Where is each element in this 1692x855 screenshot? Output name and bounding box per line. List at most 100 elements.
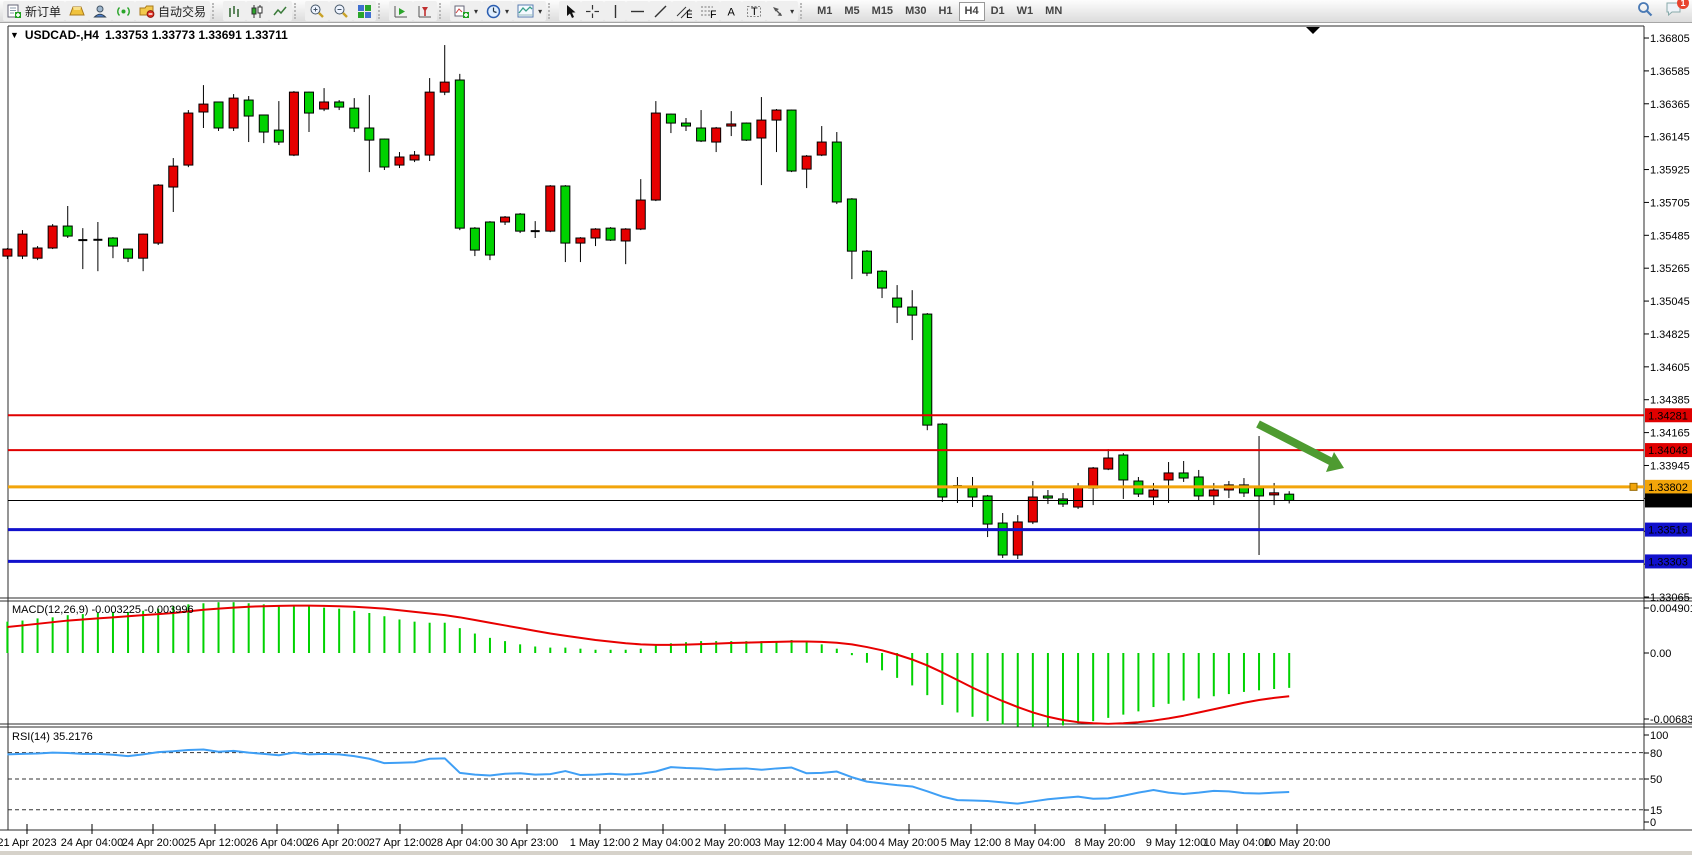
candle-bullish[interactable] bbox=[802, 156, 811, 169]
candle-bearish[interactable] bbox=[1043, 496, 1052, 498]
candlestick-chart-button[interactable] bbox=[246, 1, 269, 21]
candle-bullish[interactable] bbox=[154, 185, 163, 243]
trendline-tool-button[interactable] bbox=[649, 1, 672, 21]
timeframe-m15[interactable]: M15 bbox=[866, 2, 899, 21]
candle-bearish[interactable] bbox=[682, 123, 691, 126]
candle-bearish[interactable] bbox=[561, 186, 570, 243]
candle-bearish[interactable] bbox=[455, 80, 464, 228]
horizontal-line-tool-button[interactable] bbox=[626, 1, 649, 21]
candle-bullish[interactable] bbox=[1013, 522, 1022, 555]
candle-bullish[interactable] bbox=[546, 186, 555, 231]
chart-canvas[interactable]: 1.368051.365851.363651.361451.359251.357… bbox=[0, 24, 1692, 855]
candle-bearish[interactable] bbox=[124, 249, 133, 258]
candle-bearish[interactable] bbox=[787, 110, 796, 171]
candle-bullish[interactable] bbox=[757, 120, 766, 138]
candle-bullish[interactable] bbox=[395, 157, 404, 165]
search-button[interactable] bbox=[1637, 1, 1653, 17]
profile-button[interactable] bbox=[89, 1, 112, 21]
candle-bullish[interactable] bbox=[1270, 493, 1279, 495]
symbol-dropdown-icon[interactable]: ▼ bbox=[10, 30, 19, 40]
cursor-tool-button[interactable] bbox=[559, 1, 581, 21]
candle-bullish[interactable] bbox=[33, 248, 42, 258]
new-order-button[interactable]: 新订单 bbox=[3, 1, 65, 21]
tile-windows-button[interactable] bbox=[353, 1, 376, 21]
line-chart-button[interactable] bbox=[269, 1, 292, 21]
timeframe-m1[interactable]: M1 bbox=[811, 2, 838, 21]
candle-bullish[interactable] bbox=[591, 229, 600, 238]
candle-bullish[interactable] bbox=[289, 92, 298, 155]
candle-bullish[interactable] bbox=[184, 113, 193, 165]
candle-bearish[interactable] bbox=[214, 102, 223, 128]
candle-bullish[interactable] bbox=[1104, 458, 1113, 469]
candle-bearish[interactable] bbox=[365, 128, 374, 140]
candle-bullish[interactable] bbox=[1164, 473, 1173, 480]
candle-bullish[interactable] bbox=[320, 102, 329, 109]
candle-bearish[interactable] bbox=[1059, 499, 1068, 504]
timeframe-d1[interactable]: D1 bbox=[985, 2, 1011, 21]
candle-bullish[interactable] bbox=[1074, 486, 1083, 507]
candle-bearish[interactable] bbox=[847, 199, 856, 251]
timeframe-h4[interactable]: H4 bbox=[959, 2, 985, 21]
candle-bullish[interactable] bbox=[18, 234, 27, 256]
arrows-tool-button[interactable]: ▾ bbox=[766, 1, 798, 21]
candle-bearish[interactable] bbox=[259, 115, 268, 132]
candle-bullish[interactable] bbox=[817, 142, 826, 155]
candle-bearish[interactable] bbox=[968, 488, 977, 497]
candle-bullish[interactable] bbox=[440, 82, 449, 92]
auto-trading-button[interactable]: 自动交易 bbox=[135, 1, 210, 21]
timeframe-h1[interactable]: H1 bbox=[932, 2, 958, 21]
candle-bullish[interactable] bbox=[651, 113, 660, 200]
candle-bearish[interactable] bbox=[350, 108, 359, 128]
candle-bullish[interactable] bbox=[727, 124, 736, 126]
candle-bullish[interactable] bbox=[139, 234, 148, 258]
candle-bearish[interactable] bbox=[923, 314, 932, 425]
zoom-out-button[interactable] bbox=[329, 1, 353, 21]
add-indicator-button[interactable]: ▾ bbox=[450, 1, 482, 21]
timeframe-m5[interactable]: M5 bbox=[838, 2, 865, 21]
label-tool-button[interactable]: T bbox=[742, 1, 766, 21]
candle-bearish[interactable] bbox=[335, 102, 344, 107]
templates-button[interactable]: ▾ bbox=[513, 1, 546, 21]
candle-bearish[interactable] bbox=[742, 123, 751, 140]
candle-bullish[interactable] bbox=[636, 200, 645, 229]
auto-scroll-button[interactable] bbox=[389, 1, 413, 21]
gold-button[interactable] bbox=[65, 1, 89, 21]
candle-bullish[interactable] bbox=[712, 128, 721, 142]
candle-bullish[interactable] bbox=[621, 229, 630, 241]
vertical-line-tool-button[interactable] bbox=[604, 1, 626, 21]
candle-bearish[interactable] bbox=[998, 523, 1007, 555]
fibonacci-tool-button[interactable]: F bbox=[696, 1, 720, 21]
chart-shift-button[interactable] bbox=[413, 1, 437, 21]
candle-bearish[interactable] bbox=[305, 92, 314, 113]
candle-bullish[interactable] bbox=[576, 238, 585, 243]
candle-bullish[interactable] bbox=[1089, 468, 1098, 488]
periods-button[interactable]: ▾ bbox=[482, 1, 513, 21]
candle-bearish[interactable] bbox=[516, 214, 525, 231]
candle-bullish[interactable] bbox=[1209, 490, 1218, 496]
candle-bearish[interactable] bbox=[108, 238, 117, 246]
text-tool-button[interactable]: A bbox=[720, 1, 742, 21]
candle-bearish[interactable] bbox=[244, 100, 253, 116]
candle-bearish[interactable] bbox=[832, 142, 841, 202]
candle-bullish[interactable] bbox=[48, 226, 57, 248]
candle-bearish[interactable] bbox=[666, 114, 675, 123]
hline-handle[interactable] bbox=[1630, 483, 1637, 490]
candle-bullish[interactable] bbox=[3, 249, 12, 256]
candle-bearish[interactable] bbox=[1119, 455, 1128, 480]
candle-bullish[interactable] bbox=[410, 155, 419, 160]
candle-bullish[interactable] bbox=[229, 98, 238, 128]
candle-bearish[interactable] bbox=[63, 226, 72, 236]
channel-tool-button[interactable]: E bbox=[672, 1, 696, 21]
candle-bullish[interactable] bbox=[169, 166, 178, 187]
candle-bearish[interactable] bbox=[380, 139, 389, 167]
candle-bearish[interactable] bbox=[606, 228, 615, 240]
timeframe-mn[interactable]: MN bbox=[1039, 2, 1068, 21]
candle-bearish[interactable] bbox=[470, 228, 479, 250]
candle-bearish[interactable] bbox=[1285, 494, 1294, 500]
candle-bullish[interactable] bbox=[425, 92, 434, 155]
candle-bullish[interactable] bbox=[199, 104, 208, 112]
candle-bullish[interactable] bbox=[772, 110, 781, 120]
candle-bearish[interactable] bbox=[908, 307, 917, 315]
candle-bearish[interactable] bbox=[697, 128, 706, 141]
candle-bearish[interactable] bbox=[485, 222, 494, 255]
